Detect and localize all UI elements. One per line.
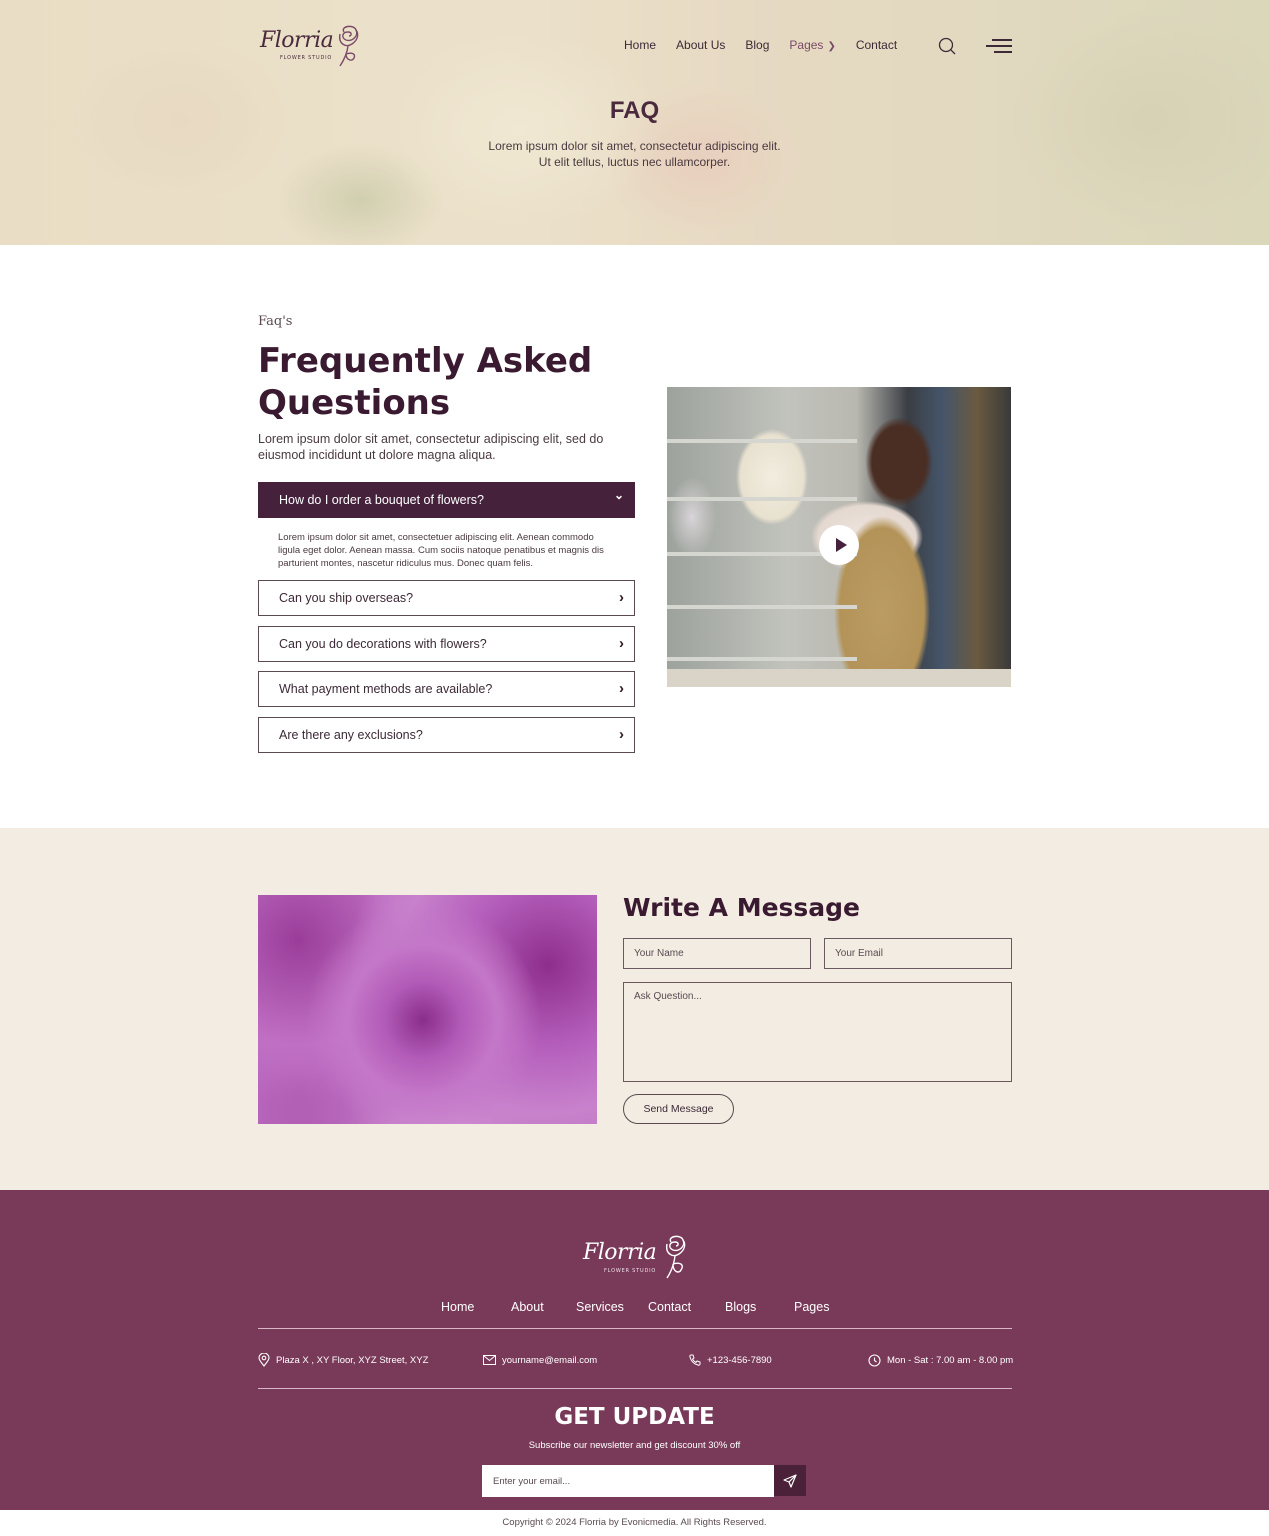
- hours-text: Mon - Sat : 7.00 am - 8.00 pm: [887, 1354, 1014, 1366]
- faq-answer: Lorem ipsum dolor sit amet, consectetuer…: [278, 532, 604, 569]
- play-icon: [835, 538, 847, 552]
- phone-icon: [689, 1354, 701, 1366]
- hero-subtitle-line2: Ut elit tellus, luctus nec ullamcorper.: [538, 155, 731, 169]
- nav-item-blog[interactable]: Blog: [745, 38, 769, 52]
- rose-logo-icon: [338, 25, 359, 67]
- play-video-button[interactable]: [819, 525, 859, 565]
- faq-question: Can you do decorations with flowers?: [279, 637, 487, 651]
- footer-phone[interactable]: +123-456-7890: [689, 1352, 772, 1368]
- envelope-icon: [483, 1355, 496, 1365]
- nav-links: Home About Us Blog Pages ❯ Contact: [624, 38, 917, 52]
- faq-question: What payment methods are available?: [279, 682, 493, 696]
- hero-subtitle-line1: Lorem ipsum dolor sit amet, consectetur …: [488, 139, 781, 153]
- footer-hours: Mon - Sat : 7.00 am - 8.00 pm: [868, 1352, 1013, 1368]
- chevron-down-icon: ⌄: [613, 488, 624, 502]
- hamburger-menu-icon[interactable]: [986, 38, 1012, 54]
- faq-lead-text: Lorem ipsum dolor sit amet, consectetur …: [258, 432, 604, 462]
- contact-form-title: Write A Message: [623, 893, 861, 922]
- faq-question: Can you ship overseas?: [279, 591, 414, 605]
- main-navigation: Florria FLOWER STUDIO Home About Us Blog…: [258, 0, 1012, 90]
- shelf-decoration: [667, 497, 857, 501]
- footer-nav-pages[interactable]: Pages: [794, 1300, 829, 1314]
- faq-item-order-bouquet[interactable]: How do I order a bouquet of flowers? ⌄: [258, 482, 635, 518]
- faq-item-decorations[interactable]: Can you do decorations with flowers? ›: [258, 626, 635, 662]
- nav-item-pages-label: Pages: [789, 38, 824, 52]
- roses-image: [258, 895, 597, 1124]
- rose-logo-icon: [665, 1235, 686, 1279]
- chevron-right-icon: ›: [619, 726, 624, 743]
- clock-icon: [868, 1353, 881, 1367]
- nav-item-about-us[interactable]: About Us: [676, 38, 725, 52]
- nav-item-home[interactable]: Home: [624, 38, 656, 52]
- footer-nav-home[interactable]: Home: [441, 1300, 474, 1314]
- footer-divider: [258, 1388, 1012, 1389]
- footer-logo[interactable]: Florria FLOWER STUDIO: [583, 1234, 689, 1280]
- nav-item-contact[interactable]: Contact: [856, 38, 897, 52]
- shelf-decoration: [667, 605, 857, 609]
- footer-nav-contact[interactable]: Contact: [648, 1300, 691, 1314]
- footer: Florria FLOWER STUDIO Home About Service…: [0, 1190, 1269, 1510]
- faq-item-exclusions[interactable]: Are there any exclusions? ›: [258, 717, 635, 753]
- newsletter-email-input[interactable]: [482, 1465, 774, 1497]
- location-pin-icon: [258, 1353, 270, 1367]
- phone-text: +123-456-7890: [707, 1354, 772, 1366]
- footer-divider: [258, 1328, 1012, 1329]
- newsletter-submit-button[interactable]: [774, 1465, 806, 1496]
- chevron-right-icon: ›: [619, 680, 624, 697]
- faq-eyebrow: Faq's: [258, 314, 293, 329]
- address-text: Plaza X , XY Floor, XYZ Street, XYZ: [276, 1354, 429, 1366]
- newsletter-subtitle: Subscribe our newsletter and get discoun…: [528, 1440, 741, 1451]
- faq-question: How do I order a bouquet of flowers?: [279, 493, 484, 507]
- footer-nav-about[interactable]: About: [511, 1300, 544, 1314]
- send-paper-plane-icon: [783, 1473, 797, 1488]
- counter-surface: [667, 669, 1011, 687]
- footer-address: Plaza X , XY Floor, XYZ Street, XYZ: [258, 1352, 428, 1368]
- faq-item-payment-methods[interactable]: What payment methods are available? ›: [258, 671, 635, 707]
- name-input[interactable]: [623, 938, 811, 969]
- footer-logo-tagline: FLOWER STUDIO: [604, 1268, 657, 1274]
- shelf-decoration: [667, 439, 857, 443]
- footer-email[interactable]: yourname@email.com: [483, 1352, 597, 1368]
- page-title: FAQ: [609, 97, 660, 124]
- logo-wordmark: Florria: [260, 28, 334, 53]
- question-textarea[interactable]: [623, 982, 1012, 1082]
- faq-item-ship-overseas[interactable]: Can you ship overseas? ›: [258, 580, 635, 616]
- send-message-button[interactable]: Send Message: [623, 1094, 734, 1124]
- faq-heading: Frequently Asked Questions: [258, 341, 593, 423]
- hero-subtitle: Lorem ipsum dolor sit amet, consectetur …: [0, 138, 1269, 170]
- email-text: yourname@email.com: [502, 1354, 598, 1366]
- copyright-text: Copyright © 2024 Florria by Evonicmedia.…: [502, 1517, 767, 1528]
- logo-tagline: FLOWER STUDIO: [280, 55, 333, 61]
- chevron-right-icon: ›: [619, 635, 624, 652]
- shelf-decoration: [667, 657, 857, 661]
- newsletter-title: GET UPDATE: [554, 1404, 715, 1430]
- email-input[interactable]: [824, 938, 1012, 969]
- footer-nav-blogs[interactable]: Blogs: [725, 1300, 756, 1314]
- search-icon[interactable]: [938, 37, 956, 55]
- chevron-right-icon: ›: [619, 589, 624, 606]
- brand-logo[interactable]: Florria FLOWER STUDIO: [258, 24, 362, 68]
- nav-item-pages[interactable]: Pages ❯: [789, 38, 835, 52]
- footer-logo-wordmark: Florria: [583, 1240, 657, 1265]
- faq-question: Are there any exclusions?: [279, 728, 423, 742]
- chevron-down-icon: ❯: [827, 41, 836, 52]
- footer-nav-services[interactable]: Services: [576, 1300, 624, 1314]
